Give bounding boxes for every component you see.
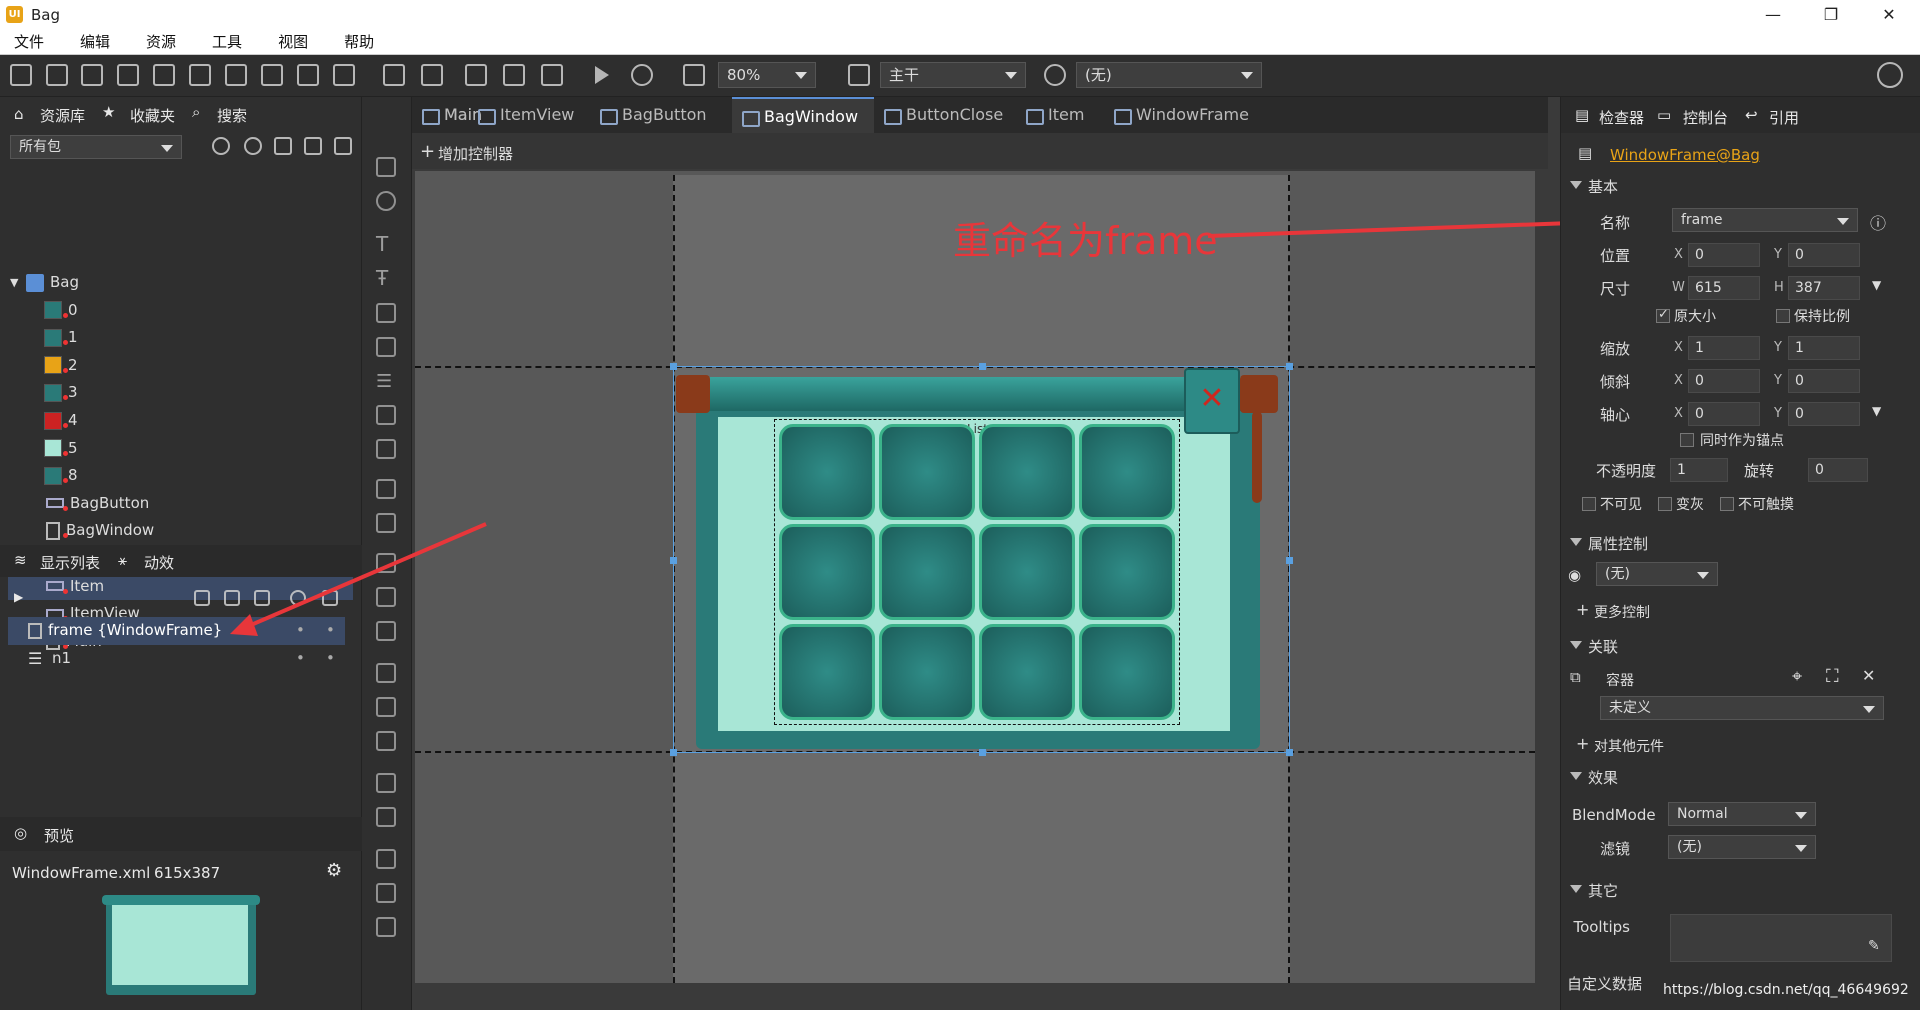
scale-label: 缩放 [1599, 340, 1630, 358]
section-prop-control[interactable]: 属性控制 [1569, 533, 1648, 554]
orig-size-checkbox[interactable] [1656, 307, 1670, 323]
section-effect[interactable]: 效果 [1569, 767, 1618, 788]
anchor-checkbox[interactable] [1680, 433, 1694, 447]
relation-dropdown[interactable]: 未定义 [1600, 696, 1884, 720]
more-control-button[interactable]: 更多控制 [1594, 602, 1650, 622]
anchor-label: 同时作为锚点 [1700, 433, 1784, 449]
section-basic[interactable]: 基本 [1569, 176, 1618, 197]
pos-x-field[interactable]: 0 [1688, 243, 1760, 267]
eye-icon: ◉ [1568, 566, 1582, 584]
invisible-label: 不可见 [1600, 497, 1642, 513]
filter-label: 滤镜 [1599, 840, 1630, 858]
width-field[interactable]: 615 [1688, 276, 1760, 300]
name-field[interactable]: frame [1672, 208, 1858, 232]
tooltips-field[interactable] [1670, 914, 1892, 962]
position-label: 位置 [1599, 247, 1630, 265]
pivot-label: 轴心 [1599, 406, 1630, 424]
blendmode-dropdown[interactable]: Normal [1668, 802, 1816, 826]
console-icon: ▭ [1657, 106, 1672, 124]
untouchable-label: 不可触摸 [1738, 497, 1794, 513]
target-link[interactable]: WindowFrame@Bag [1610, 146, 1760, 164]
container-label: 容器 [1606, 673, 1634, 689]
watermark: https://blog.csdn.net/qq_46649692 [1663, 982, 1909, 998]
skew-x-field[interactable]: 0 [1688, 369, 1760, 393]
invisible-checkbox[interactable] [1582, 497, 1596, 511]
pivot-x-field[interactable]: 0 [1688, 402, 1760, 426]
alpha-field[interactable]: 1 [1670, 458, 1728, 482]
size-label: 尺寸 [1599, 280, 1630, 298]
clear-icon[interactable]: ✕ [1862, 666, 1875, 685]
edit-tooltips-icon[interactable]: ✎ [1868, 938, 1880, 954]
tooltips-label: Tooltips [1573, 918, 1630, 936]
blendmode-label: BlendMode [1572, 806, 1656, 824]
relation-icon: ⧉ [1570, 668, 1581, 686]
pivot-y-field[interactable]: 0 [1788, 402, 1860, 426]
tab-console[interactable]: 控制台 [1683, 107, 1728, 128]
info-icon[interactable]: ⓘ [1870, 210, 1886, 234]
pivot-options-icon[interactable]: ▼ [1872, 404, 1881, 418]
section-relation[interactable]: 关联 [1569, 636, 1618, 657]
reference-icon: ↩ [1745, 106, 1758, 124]
gray-label: 变灰 [1676, 497, 1704, 513]
other-relation-button[interactable]: 对其他元件 [1594, 736, 1664, 756]
plus-icon: + [1576, 600, 1590, 619]
prop-control-dropdown[interactable]: (无) [1596, 562, 1718, 586]
tab-inspector[interactable]: 检查器 [1599, 107, 1644, 128]
component-doc-icon: ▤ [1578, 144, 1593, 162]
alpha-label: 不透明度 [1595, 462, 1656, 480]
rotation-label: 旋转 [1744, 462, 1775, 480]
inspector-icon: ▤ [1575, 106, 1590, 124]
skew-label: 倾斜 [1599, 373, 1630, 391]
orig-size-label: 原大小 [1674, 309, 1716, 325]
keep-ratio-label: 保持比例 [1794, 309, 1850, 325]
fullscreen-icon[interactable]: ⛶ [1826, 666, 1839, 687]
scale-y-field[interactable]: 1 [1788, 336, 1860, 360]
untouchable-checkbox[interactable] [1720, 497, 1734, 511]
pos-y-field[interactable]: 0 [1788, 243, 1860, 267]
scale-x-field[interactable]: 1 [1688, 336, 1760, 360]
skew-y-field[interactable]: 0 [1788, 369, 1860, 393]
target-icon[interactable]: ⌖ [1792, 666, 1802, 687]
arrow-to-name-field [1207, 220, 1601, 238]
arrowhead-left [230, 614, 258, 636]
name-label: 名称 [1599, 214, 1630, 232]
size-options-icon[interactable]: ▼ [1872, 278, 1881, 292]
rotation-field[interactable]: 0 [1808, 458, 1868, 482]
keep-ratio-checkbox[interactable] [1776, 309, 1790, 323]
filter-dropdown[interactable]: (无) [1668, 835, 1816, 859]
height-field[interactable]: 387 [1788, 276, 1860, 300]
section-other[interactable]: 其它 [1569, 880, 1618, 901]
tab-references[interactable]: 引用 [1769, 107, 1799, 128]
custom-data-label: 自定义数据 [1566, 975, 1642, 993]
gray-checkbox[interactable] [1658, 497, 1672, 511]
arrow-to-display-item [243, 522, 487, 630]
plus-icon: + [1576, 734, 1590, 753]
